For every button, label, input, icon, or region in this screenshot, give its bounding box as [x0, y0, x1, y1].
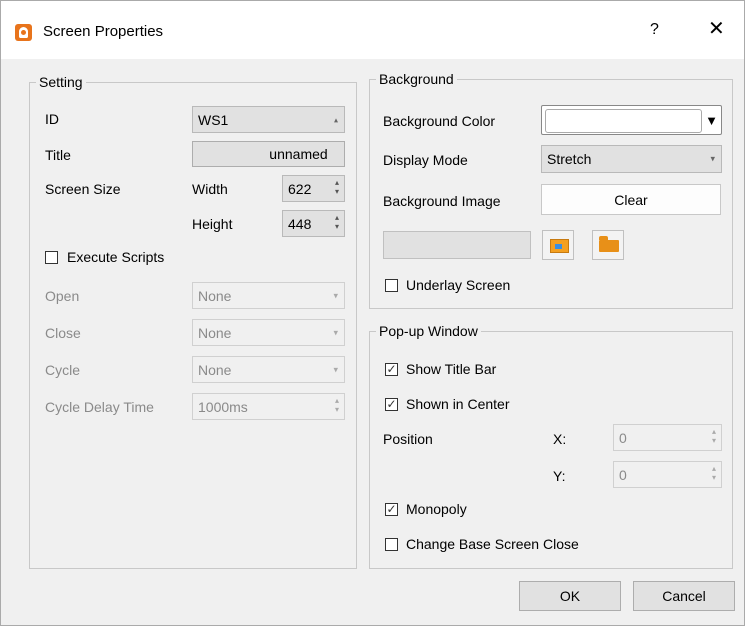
- width-spin-arrows-icon[interactable]: ▴ ▾: [335, 178, 339, 196]
- help-button[interactable]: ?: [650, 21, 659, 39]
- cycle-delay-spinbox[interactable]: 1000ms ▴ ▾: [192, 393, 345, 420]
- background-legend: Background: [376, 71, 457, 87]
- cycle-delay-spin-arrows-icon[interactable]: ▴ ▾: [335, 396, 339, 414]
- color-dropdown-icon[interactable]: ▼: [705, 113, 718, 128]
- cycle-delay-label: Cycle Delay Time: [45, 399, 154, 415]
- clear-button[interactable]: Clear: [541, 184, 721, 215]
- y-spin-arrows-icon[interactable]: ▴ ▾: [712, 464, 716, 482]
- title-label: Title: [45, 147, 71, 163]
- id-label: ID: [45, 111, 59, 127]
- app-icon: [15, 24, 32, 41]
- close-value: None: [198, 324, 232, 341]
- title-bar: Screen Properties ? ✕: [1, 1, 744, 59]
- cycle-chevron-down-icon: ▾: [333, 364, 338, 374]
- image-icon: [550, 239, 569, 253]
- cancel-button[interactable]: Cancel: [633, 581, 735, 611]
- cancel-button-label: Cancel: [662, 588, 706, 604]
- change-base-screen-close-checkbox[interactable]: [385, 538, 398, 551]
- background-color-picker[interactable]: ▼: [541, 105, 722, 135]
- close-button[interactable]: ✕: [708, 19, 725, 39]
- open-select[interactable]: None ▾: [192, 282, 345, 309]
- popup-window-legend: Pop-up Window: [376, 323, 481, 339]
- display-mode-value: Stretch: [547, 151, 592, 167]
- open-label: Open: [45, 288, 80, 304]
- open-value: None: [198, 287, 232, 304]
- close-chevron-down-icon: ▾: [333, 327, 338, 337]
- browse-folder-button[interactable]: [592, 230, 624, 260]
- shown-in-center-checkbox[interactable]: ✓: [385, 398, 398, 411]
- position-label: Position: [383, 431, 433, 447]
- y-value: 0: [619, 466, 627, 483]
- image-preview-button[interactable]: [542, 230, 574, 260]
- id-value: WS1: [198, 111, 229, 128]
- cycle-delay-value: 1000ms: [198, 398, 248, 415]
- id-up-arrow-icon: ▴: [333, 115, 338, 124]
- y-label: Y:: [553, 468, 566, 484]
- x-value: 0: [619, 429, 627, 446]
- id-select[interactable]: WS1 ▴: [192, 106, 345, 133]
- window-title: Screen Properties: [43, 23, 164, 40]
- x-spin-arrows-icon[interactable]: ▴ ▾: [712, 427, 716, 445]
- background-color-label: Background Color: [383, 113, 496, 129]
- monopoly-checkbox[interactable]: ✓: [385, 503, 398, 516]
- y-spinbox[interactable]: 0 ▴ ▾: [613, 461, 722, 488]
- change-base-screen-close-label: Change Base Screen Close: [406, 536, 579, 552]
- show-title-bar-label: Show Title Bar: [406, 361, 497, 377]
- height-label: Height: [192, 216, 233, 232]
- title-button[interactable]: unnamed: [192, 141, 345, 167]
- x-spinbox[interactable]: 0 ▴ ▾: [613, 424, 722, 451]
- width-spinbox[interactable]: 622 ▴ ▾: [282, 175, 345, 202]
- clear-button-label: Clear: [614, 191, 648, 208]
- execute-scripts-checkbox[interactable]: [45, 251, 58, 264]
- show-title-bar-checkbox[interactable]: ✓: [385, 363, 398, 376]
- folder-icon: [599, 236, 619, 252]
- height-spinbox[interactable]: 448 ▴ ▾: [282, 210, 345, 237]
- monopoly-label: Monopoly: [406, 501, 467, 517]
- underlay-screen-label: Underlay Screen: [406, 277, 511, 293]
- height-spin-arrows-icon[interactable]: ▴ ▾: [335, 213, 339, 231]
- setting-legend: Setting: [36, 74, 86, 90]
- shown-in-center-label: Shown in Center: [406, 396, 510, 412]
- background-image-path: [383, 231, 531, 259]
- close-label: Close: [45, 325, 81, 341]
- background-color-swatch: [545, 109, 702, 133]
- cycle-value: None: [198, 361, 232, 378]
- open-chevron-down-icon: ▾: [333, 290, 338, 300]
- display-mode-chevron-down-icon: ▾: [710, 153, 715, 164]
- ok-button-label: OK: [559, 588, 581, 604]
- cycle-label: Cycle: [45, 362, 81, 378]
- display-mode-select[interactable]: Stretch ▾: [541, 145, 722, 173]
- display-mode-label: Display Mode: [383, 152, 468, 168]
- cycle-select[interactable]: None ▾: [192, 356, 345, 383]
- x-label: X:: [553, 431, 567, 447]
- underlay-screen-checkbox[interactable]: [385, 279, 398, 292]
- ok-button[interactable]: OK: [519, 581, 621, 611]
- height-value: 448: [288, 215, 312, 232]
- dialog-window: Screen Properties ? ✕ Setting ID WS1 ▴ T…: [0, 0, 745, 626]
- screen-size-label: Screen Size: [45, 181, 121, 197]
- width-value: 622: [288, 180, 312, 197]
- title-value: unnamed: [269, 146, 328, 162]
- close-select[interactable]: None ▾: [192, 319, 345, 346]
- execute-scripts-label: Execute Scripts: [67, 249, 165, 265]
- width-label: Width: [192, 181, 228, 197]
- background-image-label: Background Image: [383, 193, 501, 209]
